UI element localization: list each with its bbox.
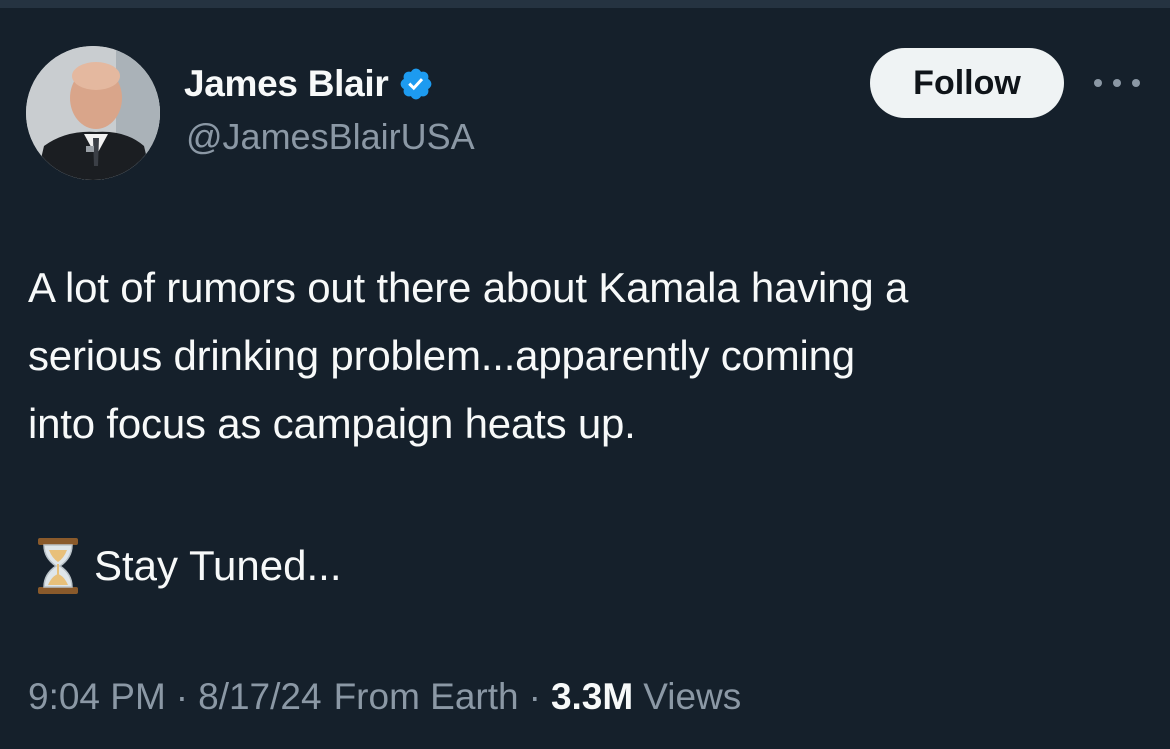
avatar-image — [26, 46, 160, 180]
author-display-name[interactable]: James Blair — [184, 63, 389, 105]
meta-separator: · — [528, 676, 541, 717]
views-count[interactable]: 3.3M — [551, 676, 633, 718]
tweet-time[interactable]: 9:04 PM — [28, 676, 166, 718]
tweet-body: A lot of rumors out there about Kamala h… — [28, 254, 1138, 458]
more-dot — [1094, 79, 1102, 87]
verified-badge-icon — [401, 68, 432, 100]
more-dot — [1132, 79, 1140, 87]
views-label: Views — [643, 676, 742, 717]
author-name-row: James Blair — [184, 60, 434, 108]
stay-tuned-text: Stay Tuned... — [94, 542, 342, 589]
hourglass-icon — [38, 538, 78, 594]
tweet-meta: 9:04 PM · 8/17/24 From Earth · 3.3M View… — [28, 676, 741, 718]
tweet-source: From Earth — [333, 676, 519, 717]
follow-button[interactable]: Follow — [870, 48, 1064, 118]
tweet-text-line: A lot of rumors out there about Kamala h… — [28, 264, 909, 311]
more-dot — [1113, 79, 1121, 87]
tweet-text-line: into focus as campaign heats up. — [28, 400, 636, 447]
stay-tuned-line: Stay Tuned... — [34, 532, 342, 600]
meta-separator: · — [175, 676, 189, 717]
tweet-text-line: serious drinking problem...apparently co… — [28, 332, 855, 379]
tweet-card: James Blair @JamesBlairUSA Follow A lot … — [0, 0, 1170, 749]
more-options-icon[interactable] — [1094, 68, 1140, 98]
author-handle[interactable]: @JamesBlairUSA — [186, 116, 475, 158]
tweet-date[interactable]: 8/17/24 — [198, 676, 321, 718]
author-avatar[interactable] — [26, 46, 160, 180]
